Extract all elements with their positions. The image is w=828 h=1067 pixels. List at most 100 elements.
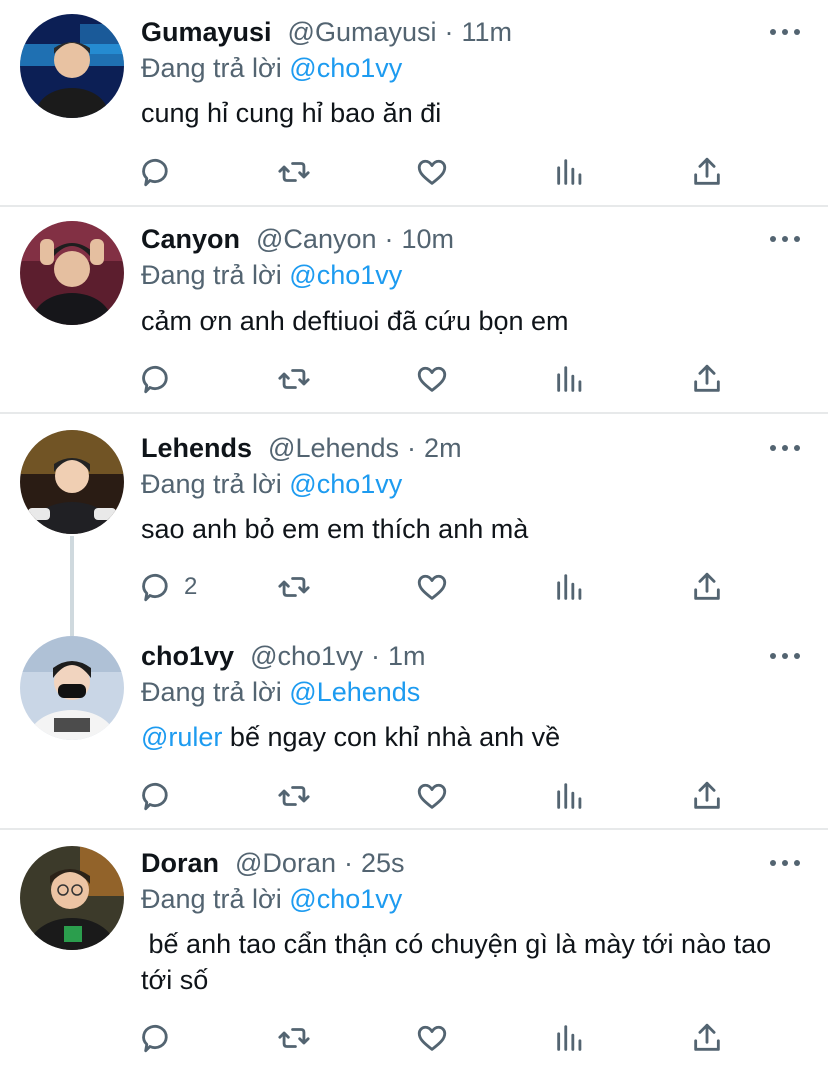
replying-to-mention[interactable]: @cho1vy bbox=[289, 469, 402, 499]
action-bar bbox=[0, 152, 828, 192]
share-button[interactable] bbox=[690, 1018, 724, 1058]
heart-icon bbox=[417, 574, 447, 600]
reply-count: 2 bbox=[184, 573, 198, 600]
analytics-button[interactable] bbox=[553, 152, 587, 192]
display-name[interactable]: Lehends bbox=[141, 433, 252, 464]
retweet-icon bbox=[278, 577, 310, 597]
avatar[interactable] bbox=[20, 636, 124, 740]
analytics-button[interactable] bbox=[553, 567, 587, 607]
tweet-gumayusi[interactable]: Gumayusi @Gumayusi · 11m Đang trả lời @c… bbox=[0, 0, 828, 206]
tweet-text: cung hỉ cung hỉ bao ăn đi bbox=[141, 95, 801, 131]
like-button[interactable] bbox=[415, 567, 449, 607]
tweet-header: Canyon @Canyon · 10m bbox=[141, 221, 454, 257]
analytics-button[interactable] bbox=[553, 776, 587, 816]
analytics-icon bbox=[557, 783, 582, 809]
replying-to-mention[interactable]: @cho1vy bbox=[289, 884, 402, 914]
more-icon[interactable] bbox=[770, 848, 800, 878]
more-icon[interactable] bbox=[770, 17, 800, 47]
reply-button[interactable] bbox=[140, 776, 184, 816]
retweet-button[interactable] bbox=[277, 1018, 311, 1058]
handle[interactable]: @cho1vy bbox=[250, 641, 363, 672]
retweet-icon bbox=[278, 369, 310, 389]
timestamp[interactable]: 11m bbox=[462, 17, 513, 48]
more-icon[interactable] bbox=[770, 641, 800, 671]
handle[interactable]: @Gumayusi bbox=[288, 17, 437, 48]
retweet-icon bbox=[278, 786, 310, 806]
replying-to-label: Đang trả lời bbox=[141, 53, 282, 83]
heart-icon bbox=[417, 783, 447, 809]
share-icon bbox=[694, 364, 720, 392]
analytics-icon bbox=[557, 1025, 582, 1051]
timestamp[interactable]: 2m bbox=[424, 433, 462, 464]
share-icon bbox=[694, 157, 720, 185]
more-icon[interactable] bbox=[770, 433, 800, 463]
replying-to-mention[interactable]: @cho1vy bbox=[289, 53, 402, 83]
timestamp[interactable]: 1m bbox=[388, 641, 426, 672]
retweet-button[interactable] bbox=[277, 359, 311, 399]
avatar[interactable] bbox=[20, 430, 124, 534]
tweet-canyon[interactable]: Canyon @Canyon · 10m Đang trả lời @cho1v… bbox=[0, 207, 828, 413]
tweet-cho1vy[interactable]: cho1vy @cho1vy · 1m Đang trả lời @Lehend… bbox=[0, 622, 828, 828]
tweet-lehends[interactable]: Lehends @Lehends · 2m Đang trả lời @cho1… bbox=[0, 414, 828, 622]
reply-button[interactable]: 2 bbox=[140, 567, 197, 607]
share-icon bbox=[694, 1023, 720, 1051]
action-bar bbox=[0, 776, 828, 816]
display-name[interactable]: cho1vy bbox=[141, 641, 234, 672]
retweet-button[interactable] bbox=[277, 776, 311, 816]
tweet-header: cho1vy @cho1vy · 1m bbox=[141, 638, 426, 674]
like-button[interactable] bbox=[415, 152, 449, 192]
body-mention[interactable]: @ruler bbox=[141, 722, 222, 752]
like-button[interactable] bbox=[415, 776, 449, 816]
retweet-icon bbox=[278, 162, 310, 182]
analytics-button[interactable] bbox=[553, 1018, 587, 1058]
tweet-doran[interactable]: Doran @Doran · 25s Đang trả lời @cho1vy … bbox=[0, 830, 828, 1067]
separator-dot: · bbox=[407, 432, 417, 463]
replying-to: Đang trả lời @cho1vy bbox=[141, 50, 402, 86]
share-button[interactable] bbox=[690, 776, 724, 816]
avatar[interactable] bbox=[20, 14, 124, 118]
analytics-button[interactable] bbox=[553, 359, 587, 399]
replying-to-mention[interactable]: @Lehends bbox=[289, 677, 420, 707]
action-bar bbox=[0, 359, 828, 399]
display-name[interactable]: Canyon bbox=[141, 224, 240, 255]
timestamp[interactable]: 25s bbox=[361, 848, 405, 879]
avatar[interactable] bbox=[20, 221, 124, 325]
replying-to-label: Đang trả lời bbox=[141, 260, 282, 290]
handle[interactable]: @Canyon bbox=[256, 224, 376, 255]
like-button[interactable] bbox=[415, 359, 449, 399]
reply-icon bbox=[142, 365, 168, 394]
replying-to-mention[interactable]: @cho1vy bbox=[289, 260, 402, 290]
display-name[interactable]: Gumayusi bbox=[141, 17, 272, 48]
share-button[interactable] bbox=[690, 152, 724, 192]
action-bar bbox=[0, 1018, 828, 1058]
replying-to: Đang trả lời @cho1vy bbox=[141, 466, 402, 502]
tweet-text: bế anh tao cẩn thận có chuyện gì là mày … bbox=[141, 926, 801, 998]
reply-button[interactable] bbox=[140, 152, 184, 192]
separator-dot: · bbox=[444, 16, 454, 47]
heart-icon bbox=[417, 1025, 447, 1051]
like-button[interactable] bbox=[415, 1018, 449, 1058]
tweet-header: Doran @Doran · 25s bbox=[141, 845, 405, 881]
share-button[interactable] bbox=[690, 359, 724, 399]
reply-icon bbox=[142, 782, 168, 811]
avatar[interactable] bbox=[20, 846, 124, 950]
analytics-icon bbox=[557, 366, 582, 392]
heart-icon bbox=[417, 366, 447, 392]
timestamp[interactable]: 10m bbox=[402, 224, 455, 255]
share-button[interactable] bbox=[690, 567, 724, 607]
share-icon bbox=[694, 572, 720, 600]
action-bar: 2 bbox=[0, 567, 828, 607]
display-name[interactable]: Doran bbox=[141, 848, 219, 879]
reply-button[interactable] bbox=[140, 1018, 184, 1058]
handle[interactable]: @Doran bbox=[235, 848, 336, 879]
retweet-button[interactable] bbox=[277, 567, 311, 607]
reply-icon bbox=[142, 573, 168, 602]
handle[interactable]: @Lehends bbox=[268, 433, 399, 464]
more-icon[interactable] bbox=[770, 224, 800, 254]
tweet-header: Lehends @Lehends · 2m bbox=[141, 430, 462, 466]
body-text: bế anh tao cẩn thận có chuyện gì là mày … bbox=[141, 929, 779, 995]
separator-dot: · bbox=[371, 640, 381, 671]
retweet-button[interactable] bbox=[277, 152, 311, 192]
heart-icon bbox=[417, 159, 447, 185]
reply-button[interactable] bbox=[140, 359, 184, 399]
